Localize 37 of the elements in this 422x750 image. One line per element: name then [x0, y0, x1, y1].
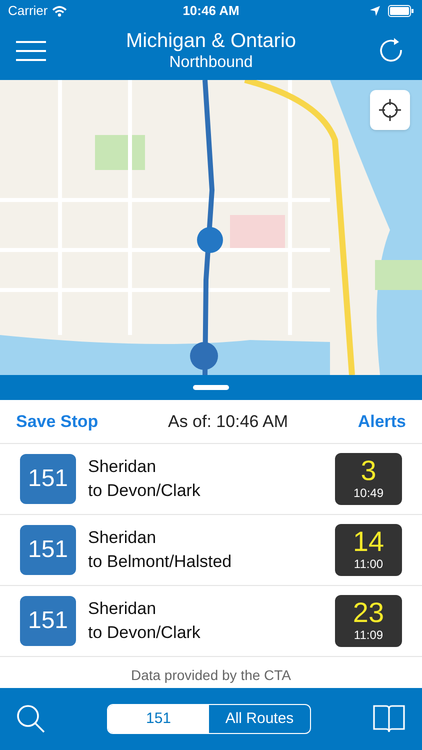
route-number: 151: [20, 525, 76, 575]
clock-time: 10:46 AM: [182, 2, 240, 20]
arrival-row[interactable]: 151 Sheridan to Belmont/Halsted 14 11:00: [0, 515, 422, 586]
arrival-time: 11:00: [354, 556, 384, 572]
stop-title: Michigan & Ontario: [126, 29, 296, 53]
arrival-row[interactable]: 151 Sheridan to Devon/Clark 3 10:49: [0, 444, 422, 515]
minutes-away: 3: [360, 457, 376, 485]
route-destination: to Devon/Clark: [88, 480, 202, 502]
location-arrow-icon: [370, 6, 380, 16]
minutes-away: 23: [352, 599, 384, 627]
minutes-away: 14: [352, 528, 384, 556]
route-destination: to Devon/Clark: [88, 622, 202, 644]
crosshair-icon: [378, 98, 402, 122]
carrier-label: Carrier: [8, 2, 48, 20]
route-number: 151: [20, 596, 76, 646]
route-name: Sheridan: [88, 456, 158, 478]
drawer-handle-bar[interactable]: [0, 375, 422, 400]
data-credit: Data provided by the CTA: [130, 666, 292, 685]
segment-tab[interactable]: All Routes: [209, 705, 310, 733]
battery-icon: [388, 5, 414, 17]
direction-subtitle: Northbound: [169, 53, 253, 73]
book-icon[interactable]: [372, 704, 406, 734]
route-number: 151: [20, 454, 76, 504]
arrival-row[interactable]: 151 Sheridan to Devon/Clark 23 11:09: [0, 586, 422, 657]
route-name: Sheridan: [88, 527, 158, 549]
arrival-time: 10:49: [353, 485, 384, 501]
menu-button[interactable]: [16, 41, 46, 61]
route-destination: to Belmont/Halsted: [88, 551, 233, 573]
wifi-icon: [52, 6, 67, 16]
locate-button[interactable]: [370, 90, 410, 130]
updated-time: As of: 10:46 AM: [168, 410, 288, 433]
route-name: Sheridan: [88, 598, 158, 620]
segment-tab[interactable]: 151: [108, 705, 209, 733]
arrival-time: 11:09: [354, 627, 384, 643]
alerts-button[interactable]: Alerts: [358, 408, 406, 434]
search-icon[interactable]: [16, 704, 46, 734]
save-stop-button[interactable]: Save Stop: [16, 408, 98, 434]
